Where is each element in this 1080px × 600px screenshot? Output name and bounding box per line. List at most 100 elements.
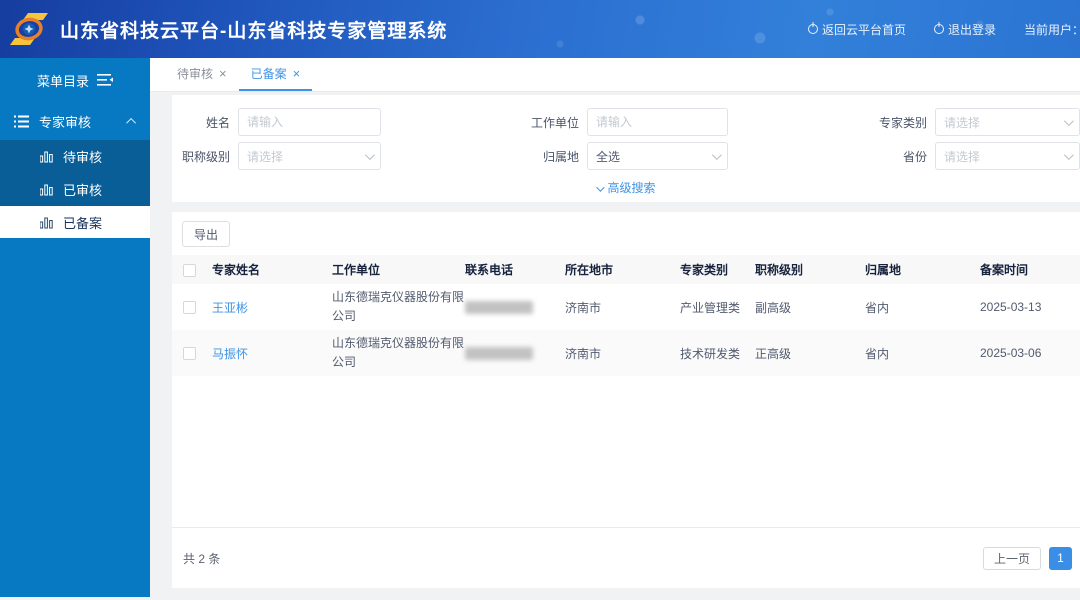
chevron-down-icon: [712, 150, 722, 160]
menu-catalog-header[interactable]: 菜单目录: [0, 58, 150, 102]
bar-chart-icon: [40, 183, 53, 196]
table-row: 马振怀 山东德瑞克仪器股份有限公司 济南市 技术研发类 正高级 省内 2025-…: [172, 330, 1080, 376]
col-city: 所在地市: [565, 255, 680, 284]
power-icon: [808, 24, 818, 34]
record-date-cell: 2025-03-06: [980, 330, 1080, 376]
prev-page-button[interactable]: 上一页: [983, 547, 1041, 570]
chevron-up-icon: [126, 117, 136, 127]
col-work-unit: 工作单位: [332, 255, 465, 284]
expert-review-label: 专家审核: [39, 112, 91, 131]
select-placeholder: 请选择: [944, 148, 980, 165]
work-unit-cell: 山东德瑞克仪器股份有限公司: [332, 334, 466, 371]
expert-category-select[interactable]: 请选择: [935, 108, 1080, 136]
table-footer: 共 2 条 上一页 1: [172, 527, 1080, 588]
name-input[interactable]: [238, 108, 381, 136]
bar-chart-icon: [40, 216, 53, 229]
advanced-search-label: 高级搜索: [607, 181, 655, 195]
page-1-button[interactable]: 1: [1049, 547, 1072, 570]
phone-redacted: [465, 301, 533, 314]
chevron-down-icon: [365, 150, 375, 160]
chevron-down-icon: [1064, 150, 1074, 160]
city-cell: 济南市: [565, 284, 680, 330]
current-user-label: 当前用户：山东: [1024, 21, 1080, 38]
collapse-menu-icon: [97, 73, 113, 87]
select-placeholder: 请选择: [944, 114, 980, 131]
col-expert-name: 专家姓名: [212, 255, 332, 284]
expert-review-submenu: 待审核 已审核 已备案: [0, 140, 150, 238]
select-placeholder: 请选择: [247, 148, 283, 165]
region-cell: 省内: [865, 330, 980, 376]
work-unit-label: 工作单位: [507, 114, 579, 131]
title-level-select[interactable]: 请选择: [238, 142, 381, 170]
category-cell: 技术研发类: [680, 330, 755, 376]
province-select[interactable]: 请选择: [935, 142, 1080, 170]
logout-label: 退出登录: [948, 21, 996, 38]
sidebar-item-recorded[interactable]: 已备案: [0, 206, 150, 238]
tab-recorded[interactable]: 已备案 ×: [239, 58, 313, 91]
field-name: 姓名: [180, 108, 381, 136]
top-header: 山东省科技云平台-山东省科技专家管理系统 返回云平台首页 退出登录 当前用户：山…: [0, 0, 1080, 58]
pagination: 上一页 1: [983, 547, 1072, 570]
tab-pending-review[interactable]: 待审核 ×: [165, 58, 239, 91]
region-label: 归属地: [507, 148, 579, 165]
recorded-label: 已备案: [63, 213, 102, 232]
list-icon: [14, 115, 29, 128]
app-title: 山东省科技云平台-山东省科技专家管理系统: [60, 16, 447, 43]
row-checkbox[interactable]: [183, 301, 196, 314]
record-date-cell: 2025-03-13: [980, 284, 1080, 330]
name-label: 姓名: [180, 114, 230, 131]
platform-logo-icon: [8, 8, 50, 50]
title-level-label: 职称级别: [180, 148, 230, 165]
sidebar-item-reviewed[interactable]: 已审核: [0, 173, 150, 206]
return-home-label: 返回云平台首页: [822, 21, 906, 38]
export-button[interactable]: 导出: [182, 221, 230, 247]
select-all-checkbox[interactable]: [183, 264, 196, 277]
close-icon[interactable]: ×: [219, 66, 227, 81]
region-cell: 省内: [865, 284, 980, 330]
chevron-down-icon: [597, 183, 605, 191]
experts-table: 专家姓名 工作单位 联系电话 所在地市 专家类别 职称级别 归属地 备案时间 王…: [172, 255, 1080, 376]
field-expert-category: 专家类别 请选择: [855, 108, 1080, 136]
field-work-unit: 工作单位: [507, 108, 728, 136]
table-toolbar: 导出: [172, 212, 1080, 255]
col-record-date: 备案时间: [980, 255, 1080, 284]
advanced-search-link[interactable]: 高级搜索: [172, 179, 1080, 196]
title-level-cell: 副高级: [755, 284, 865, 330]
col-category: 专家类别: [680, 255, 755, 284]
logout-link[interactable]: 退出登录: [934, 21, 996, 38]
field-title-level: 职称级别 请选择: [180, 142, 381, 170]
reviewed-label: 已审核: [63, 180, 102, 199]
search-panel: 姓名 工作单位 专家类别 请选择 职称级别 请选择: [172, 95, 1080, 202]
sidebar-item-expert-review[interactable]: 专家审核: [0, 102, 150, 140]
work-unit-cell: 山东德瑞克仪器股份有限公司: [332, 288, 466, 325]
col-title-level: 职称级别: [755, 255, 865, 284]
header-actions: 返回云平台首页 退出登录 当前用户：山东: [808, 21, 1080, 38]
select-value: 全选: [596, 148, 620, 165]
app-window: 山东省科技云平台-山东省科技专家管理系统 返回云平台首页 退出登录 当前用户：山…: [0, 0, 1080, 600]
menu-catalog-label: 菜单目录: [37, 71, 89, 90]
expert-name-link[interactable]: 马振怀: [212, 347, 248, 361]
col-phone: 联系电话: [465, 255, 565, 284]
row-checkbox[interactable]: [183, 347, 196, 360]
city-cell: 济南市: [565, 330, 680, 376]
work-unit-input[interactable]: [587, 108, 728, 136]
return-home-link[interactable]: 返回云平台首页: [808, 21, 906, 38]
field-province: 省份 请选择: [855, 142, 1080, 170]
pending-review-label: 待审核: [63, 147, 102, 166]
province-label: 省份: [855, 148, 927, 165]
col-region: 归属地: [865, 255, 980, 284]
field-region: 归属地 全选: [507, 142, 728, 170]
bar-chart-icon: [40, 150, 53, 163]
power-icon: [934, 24, 944, 34]
table-row: 王亚彬 山东德瑞克仪器股份有限公司 济南市 产业管理类 副高级 省内 2025-…: [172, 284, 1080, 330]
close-icon[interactable]: ×: [293, 66, 301, 81]
category-cell: 产业管理类: [680, 284, 755, 330]
phone-redacted: [465, 347, 533, 360]
total-count-label: 共 2 条: [183, 550, 220, 567]
region-select[interactable]: 全选: [587, 142, 728, 170]
sidebar-item-pending-review[interactable]: 待审核: [0, 140, 150, 173]
expert-name-link[interactable]: 王亚彬: [212, 301, 248, 315]
main-content: 待审核 × 已备案 × 姓名 工作单位 专家类别 请选择: [150, 58, 1080, 600]
chevron-down-icon: [1064, 116, 1074, 126]
tab-label: 待审核: [177, 65, 213, 82]
